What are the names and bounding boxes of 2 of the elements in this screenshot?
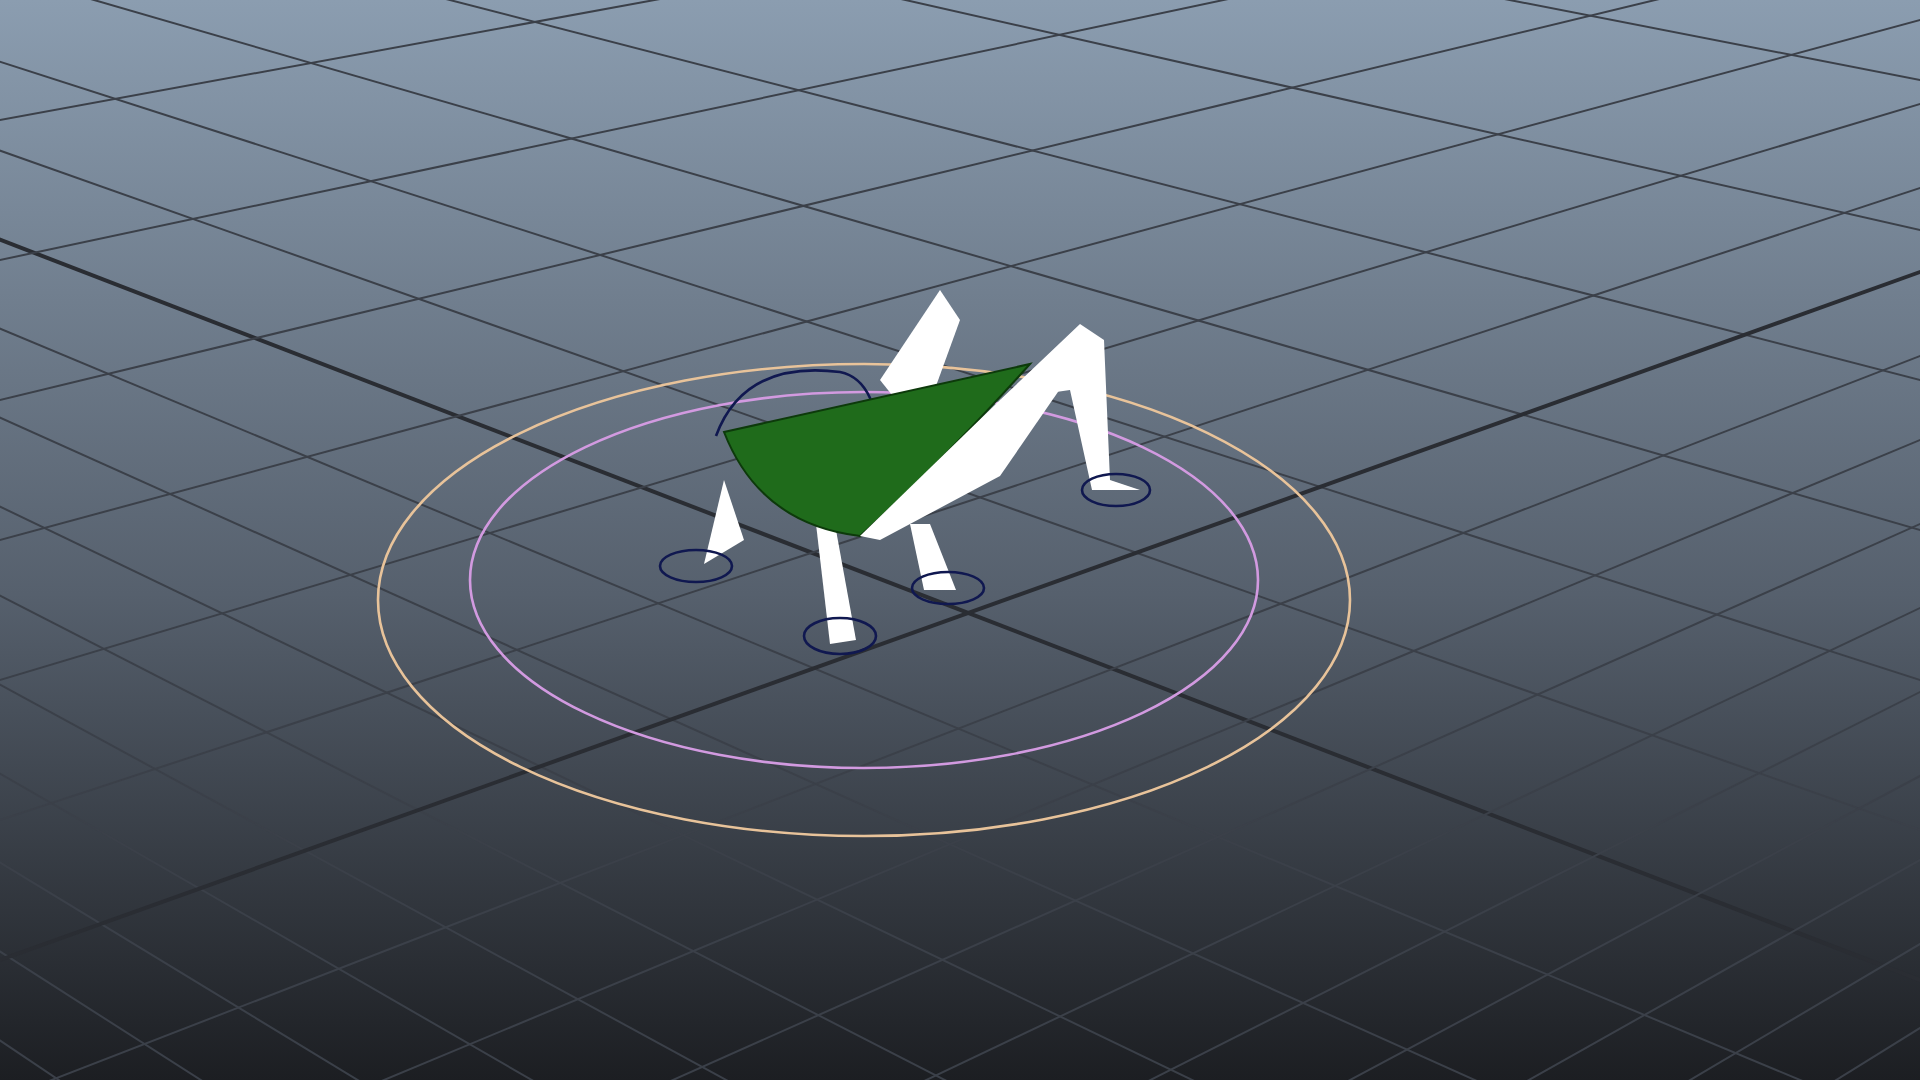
manipulator-rings-drawing[interactable]: [376, 362, 1352, 838]
grasshopper-drawing[interactable]: [658, 290, 1152, 656]
